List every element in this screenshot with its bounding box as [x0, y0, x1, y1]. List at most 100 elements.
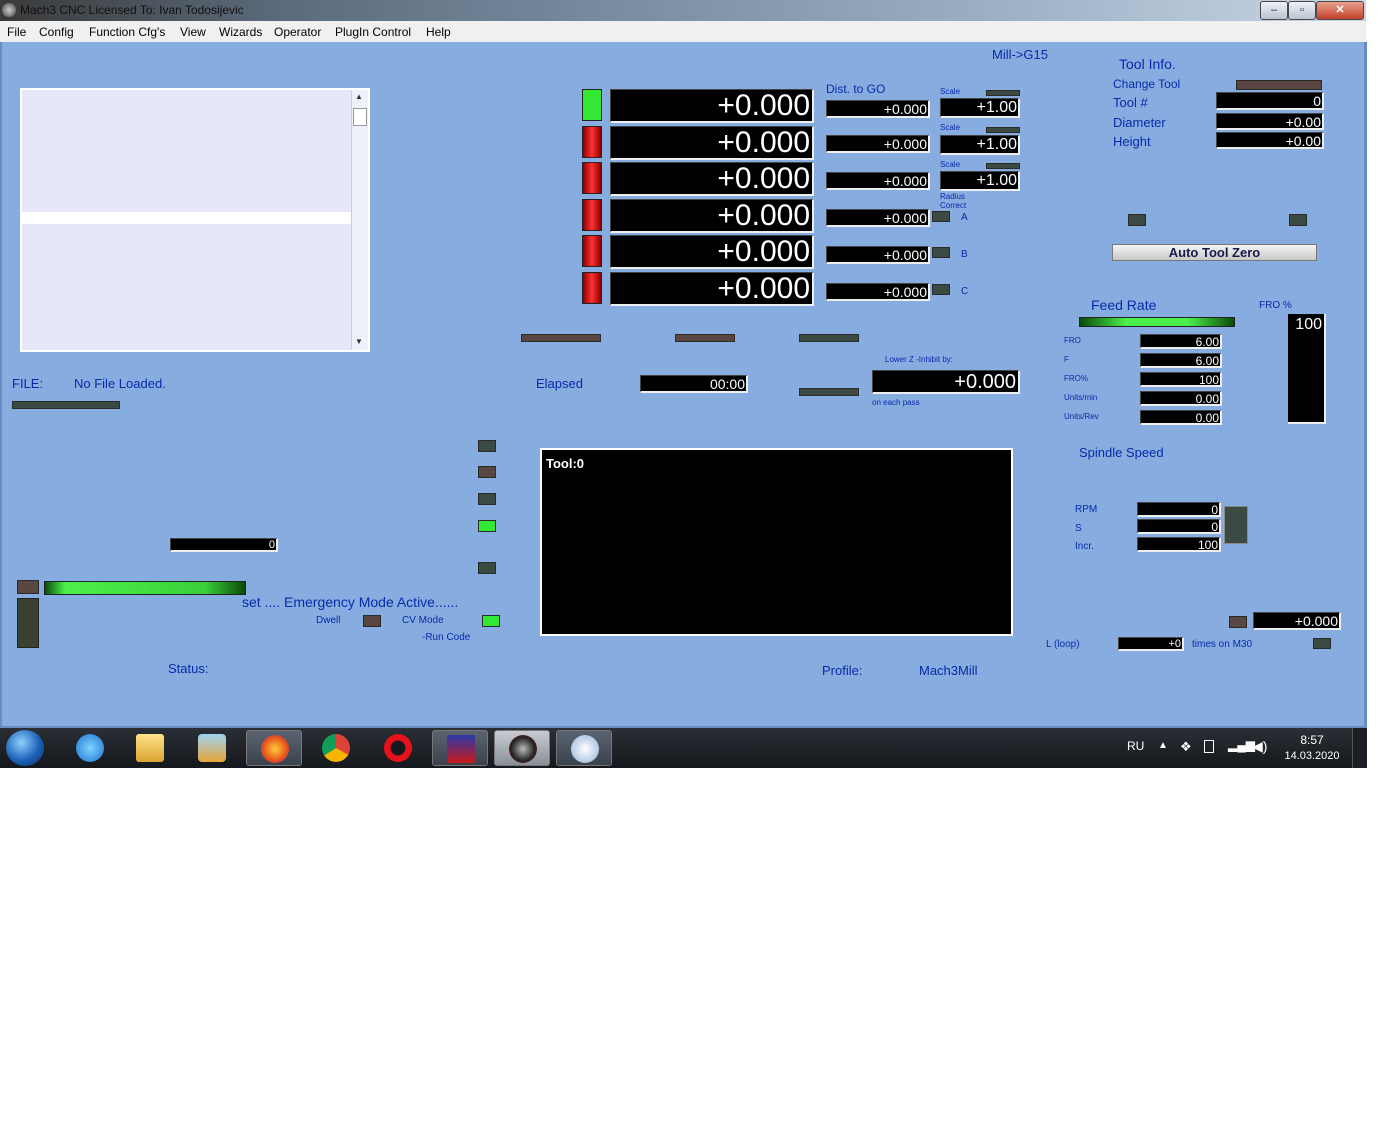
reset-flash-bar	[44, 581, 246, 595]
signal-icon[interactable]: ▂▄▆	[1228, 738, 1255, 752]
f-dro[interactable]: 6.00	[1140, 353, 1222, 368]
gcode-listing[interactable]: ▲ ▼	[20, 88, 370, 352]
scale-led-2[interactable]	[986, 127, 1020, 133]
menu-view[interactable]: View	[180, 25, 206, 39]
scale-led-3[interactable]	[986, 163, 1020, 169]
feed-rate-slider[interactable]	[1079, 317, 1235, 327]
scroll-thumb[interactable]	[353, 108, 367, 126]
axis-led-4[interactable]	[582, 199, 602, 231]
taskbar-paint[interactable]	[556, 730, 612, 766]
rpm-label: RPM	[1075, 504, 1098, 515]
clock-time[interactable]: 8:57	[1286, 733, 1338, 747]
axis-dro-1[interactable]: +0.000	[610, 89, 814, 123]
mach3-app-icon[interactable]	[2, 3, 16, 17]
auto-tool-zero-button[interactable]: Auto Tool Zero	[1112, 244, 1317, 261]
profile-name: Mach3Mill	[919, 663, 978, 678]
status-led-4	[478, 520, 496, 532]
tool-led-2[interactable]	[1289, 214, 1307, 226]
language-indicator[interactable]: RU	[1127, 739, 1144, 753]
scale-dro-2[interactable]: +1.00	[940, 135, 1020, 155]
axis-dro-2[interactable]: +0.000	[610, 126, 814, 160]
axis-b-led[interactable]	[932, 247, 950, 258]
taskbar-media[interactable]	[184, 730, 240, 766]
axis-dro-3[interactable]: +0.000	[610, 162, 814, 196]
taskbar-chrome[interactable]	[308, 730, 364, 766]
diameter-dro[interactable]: +0.00	[1216, 113, 1324, 130]
menu-config[interactable]: Config	[39, 25, 74, 39]
dist-to-go-2: +0.000	[826, 135, 930, 153]
lower-z-dro[interactable]: +0.000	[872, 370, 1020, 394]
axis-b-label: B	[961, 249, 968, 260]
change-tool-button[interactable]	[1236, 80, 1322, 90]
offset-dro[interactable]: +0.000	[1253, 612, 1341, 630]
axis-dro-4[interactable]: +0.000	[610, 199, 814, 233]
tool-led-1[interactable]	[1128, 214, 1146, 226]
status-led-5	[478, 562, 496, 574]
toolpath-display[interactable]: Tool:0	[540, 448, 1013, 636]
button-bar-2[interactable]	[675, 334, 735, 342]
axis-dro-6[interactable]: +0.000	[610, 272, 814, 306]
clock-date[interactable]: 14.03.2020	[1280, 750, 1344, 762]
axis-led-2[interactable]	[582, 126, 602, 158]
menu-plugin-control[interactable]: PlugIn Control	[335, 25, 411, 39]
axis-a-led[interactable]	[932, 211, 950, 222]
scale-led-1[interactable]	[986, 90, 1020, 96]
scale-label-1: Scale	[940, 87, 961, 96]
menu-operator[interactable]: Operator	[274, 25, 321, 39]
dropbox-icon[interactable]: ❖	[1180, 739, 1192, 755]
scale-dro-1[interactable]: +1.00	[940, 98, 1020, 118]
axis-dro-5[interactable]: +0.000	[610, 235, 814, 269]
taskbar-save-app[interactable]	[432, 730, 488, 766]
axis-c-led[interactable]	[932, 284, 950, 295]
maximize-button[interactable]: ▫	[1288, 1, 1316, 20]
axis-led-3[interactable]	[582, 162, 602, 194]
taskbar: RU ▲ ❖ ▂▄▆ ◀) 8:57 14.03.2020	[0, 728, 1367, 768]
times-on-m30-label: times on M30	[1192, 639, 1253, 650]
scroll-down-icon[interactable]: ▼	[355, 337, 363, 346]
button-bar-1[interactable]	[521, 334, 601, 342]
m30-led[interactable]	[1313, 638, 1331, 649]
menu-file[interactable]: File	[7, 25, 26, 39]
scroll-up-icon[interactable]: ▲	[355, 92, 363, 101]
button-bar-4[interactable]	[799, 388, 859, 396]
loop-dro[interactable]: +0	[1118, 637, 1184, 651]
fro-percent-gauge[interactable]: 100	[1288, 314, 1326, 424]
tool-number-dro[interactable]: 0	[1216, 92, 1324, 110]
volume-icon[interactable]: ◀)	[1252, 738, 1267, 755]
reset-button[interactable]	[17, 598, 39, 648]
show-desktop-button[interactable]	[1352, 728, 1367, 768]
height-dro[interactable]: +0.00	[1216, 132, 1324, 149]
feed-rate-title: Feed Rate	[1091, 297, 1157, 313]
axis-led-5[interactable]	[582, 235, 602, 267]
taskbar-explorer[interactable]	[122, 730, 178, 766]
taskbar-firefox[interactable]	[246, 730, 302, 766]
scale-dro-3[interactable]: +1.00	[940, 171, 1020, 191]
start-button[interactable]	[6, 730, 44, 766]
menu-function-cfgs[interactable]: Function Cfg's	[89, 25, 165, 39]
device-icon[interactable]	[1204, 740, 1214, 753]
reset-led[interactable]	[17, 580, 39, 594]
incr-dro[interactable]: 100	[1137, 537, 1221, 552]
taskbar-mach3[interactable]	[494, 730, 550, 766]
menu-wizards[interactable]: Wizards	[219, 25, 262, 39]
change-tool-label: Change Tool	[1113, 77, 1181, 91]
button-bar-3[interactable]	[799, 334, 859, 342]
tray-arrow-icon[interactable]: ▲	[1158, 740, 1168, 751]
misc-dro: 0	[170, 538, 278, 552]
axis-led-1[interactable]	[582, 89, 602, 121]
gcode-scrollbar[interactable]: ▲ ▼	[351, 90, 368, 350]
axis-led-6[interactable]	[582, 272, 602, 304]
offset-led[interactable]	[1229, 616, 1247, 628]
menu-help[interactable]: Help	[426, 25, 451, 39]
elapsed-dro: 00:00	[640, 375, 748, 393]
fro-percent-label: FRO %	[1259, 300, 1292, 311]
file-label: FILE:	[12, 376, 44, 391]
close-button[interactable]: ✕	[1316, 1, 1364, 20]
spindle-button[interactable]	[1224, 506, 1248, 544]
media-player-icon	[198, 734, 226, 762]
minimize-button[interactable]: ‒	[1260, 1, 1288, 20]
s-dro[interactable]: 0	[1137, 519, 1221, 534]
loop-label: L (loop)	[1046, 639, 1080, 650]
taskbar-opera[interactable]	[370, 730, 426, 766]
taskbar-ie[interactable]	[62, 730, 118, 766]
